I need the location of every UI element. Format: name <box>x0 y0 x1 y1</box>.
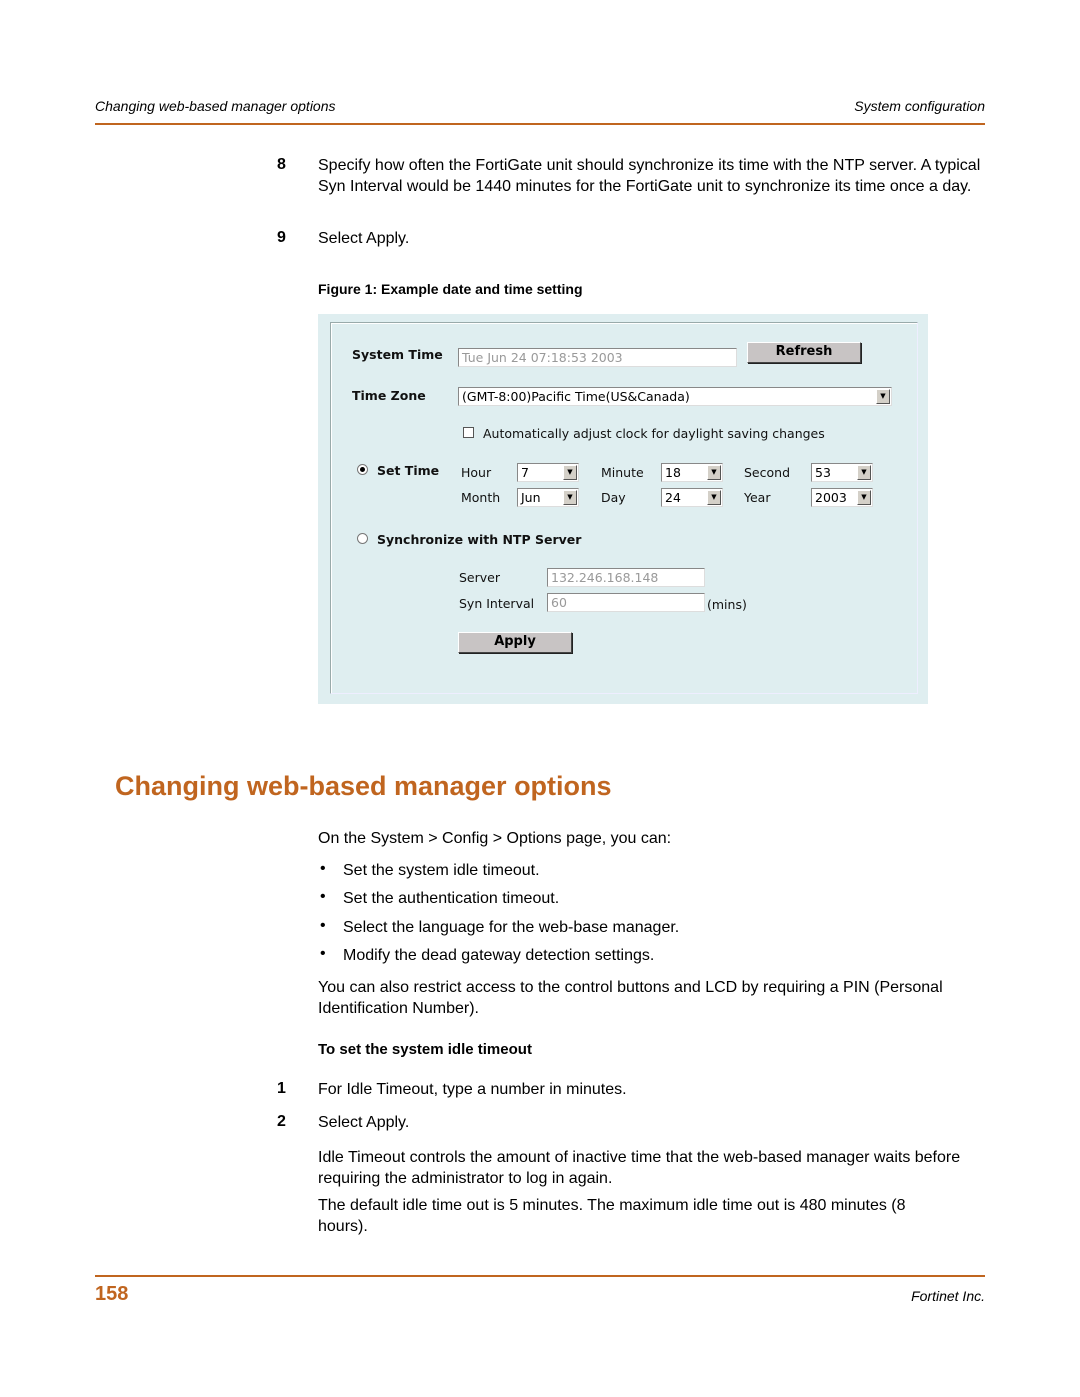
hour-value: 7 <box>521 465 529 480</box>
apply-button[interactable]: Apply <box>458 632 572 653</box>
pin-paragraph: You can also restrict access to the cont… <box>318 979 943 1017</box>
bullet-dot: • <box>320 860 326 877</box>
procedure-heading: To set the system idle timeout <box>318 1041 532 1058</box>
chevron-down-icon[interactable]: ▼ <box>707 490 721 505</box>
step-text: Specify how often the FortiGate unit sho… <box>318 157 981 195</box>
ntp-radio[interactable] <box>357 533 368 544</box>
bullet-item: Select the language for the web-base man… <box>343 919 680 936</box>
set-time-label: Set Time <box>377 463 440 478</box>
set-time-radio[interactable] <box>357 464 368 475</box>
server-field[interactable]: 132.246.168.148 <box>547 568 705 587</box>
page-number: 158 <box>95 1283 129 1305</box>
step-number: 9 <box>277 229 286 246</box>
day-value: 24 <box>665 490 681 505</box>
month-value: Jun <box>521 490 541 505</box>
step-number: 8 <box>277 156 286 173</box>
year-select[interactable]: 2003 ▼ <box>811 488 873 507</box>
minute-value: 18 <box>665 465 681 480</box>
day-label: Day <box>601 490 626 505</box>
footer-company: Fortinet Inc. <box>911 1288 985 1304</box>
chevron-down-icon[interactable]: ▼ <box>857 490 871 505</box>
header-rule <box>95 123 985 125</box>
month-select[interactable]: Jun ▼ <box>517 488 579 507</box>
idle-paragraph: Idle Timeout controls the amount of inac… <box>318 1149 961 1187</box>
bullet-item: Set the authentication timeout. <box>343 890 560 907</box>
time-zone-select[interactable]: (GMT-8:00)Pacific Time(US&Canada) ▼ <box>458 387 892 406</box>
chevron-down-icon[interactable]: ▼ <box>707 465 721 480</box>
figure-screenshot: System Time Tue Jun 24 07:18:53 2003 Ref… <box>318 314 928 704</box>
minute-label: Minute <box>601 465 644 480</box>
default-paragraph: The default idle time out is 5 minutes. … <box>318 1197 906 1235</box>
bullet-item: Modify the dead gateway detection settin… <box>343 947 655 964</box>
footer-rule <box>95 1275 985 1277</box>
ntp-label: Synchronize with NTP Server <box>377 532 582 547</box>
figure-caption: Figure 1: Example date and time setting <box>318 281 583 297</box>
section-title: Changing web-based manager options <box>115 771 612 801</box>
second-select[interactable]: 53 ▼ <box>811 463 873 482</box>
chevron-down-icon[interactable]: ▼ <box>857 465 871 480</box>
dst-checkbox[interactable] <box>463 427 474 438</box>
radio-selected-dot <box>360 467 365 472</box>
month-label: Month <box>461 490 501 505</box>
year-label: Year <box>744 490 771 505</box>
year-value: 2003 <box>815 490 847 505</box>
hour-label: Hour <box>461 465 492 480</box>
step-text: For Idle Timeout, type a number in minut… <box>318 1081 627 1098</box>
step-text: Select Apply. <box>318 1114 410 1131</box>
step-number: 2 <box>277 1113 286 1130</box>
dst-label: Automatically adjust clock for daylight … <box>483 426 825 441</box>
second-value: 53 <box>815 465 831 480</box>
day-select[interactable]: 24 ▼ <box>661 488 723 507</box>
step-number: 1 <box>277 1080 286 1097</box>
hour-select[interactable]: 7 ▼ <box>517 463 579 482</box>
bullet-dot: • <box>320 945 326 962</box>
step-text: Select Apply. <box>318 230 410 247</box>
running-header-left: Changing web-based manager options <box>95 98 336 114</box>
time-zone-label: Time Zone <box>352 388 426 403</box>
refresh-button[interactable]: Refresh <box>747 342 861 363</box>
mins-label: (mins) <box>707 597 747 612</box>
minute-select[interactable]: 18 ▼ <box>661 463 723 482</box>
syn-interval-field[interactable]: 60 <box>547 593 705 612</box>
system-time-label: System Time <box>352 347 443 362</box>
section-intro: On the System > Config > Options page, y… <box>318 830 672 847</box>
server-label: Server <box>459 570 500 585</box>
system-time-field[interactable]: Tue Jun 24 07:18:53 2003 <box>458 348 737 367</box>
chevron-down-icon[interactable]: ▼ <box>563 490 577 505</box>
bullet-dot: • <box>320 917 326 934</box>
running-header-right: System configuration <box>854 98 985 114</box>
chevron-down-icon[interactable]: ▼ <box>563 465 577 480</box>
bullet-item: Set the system idle timeout. <box>343 862 540 879</box>
settings-panel <box>330 322 918 694</box>
second-label: Second <box>744 465 791 480</box>
time-zone-value: (GMT-8:00)Pacific Time(US&Canada) <box>462 389 690 404</box>
chevron-down-icon[interactable]: ▼ <box>876 389 890 404</box>
syn-interval-label: Syn Interval <box>459 596 535 611</box>
bullet-dot: • <box>320 888 326 905</box>
